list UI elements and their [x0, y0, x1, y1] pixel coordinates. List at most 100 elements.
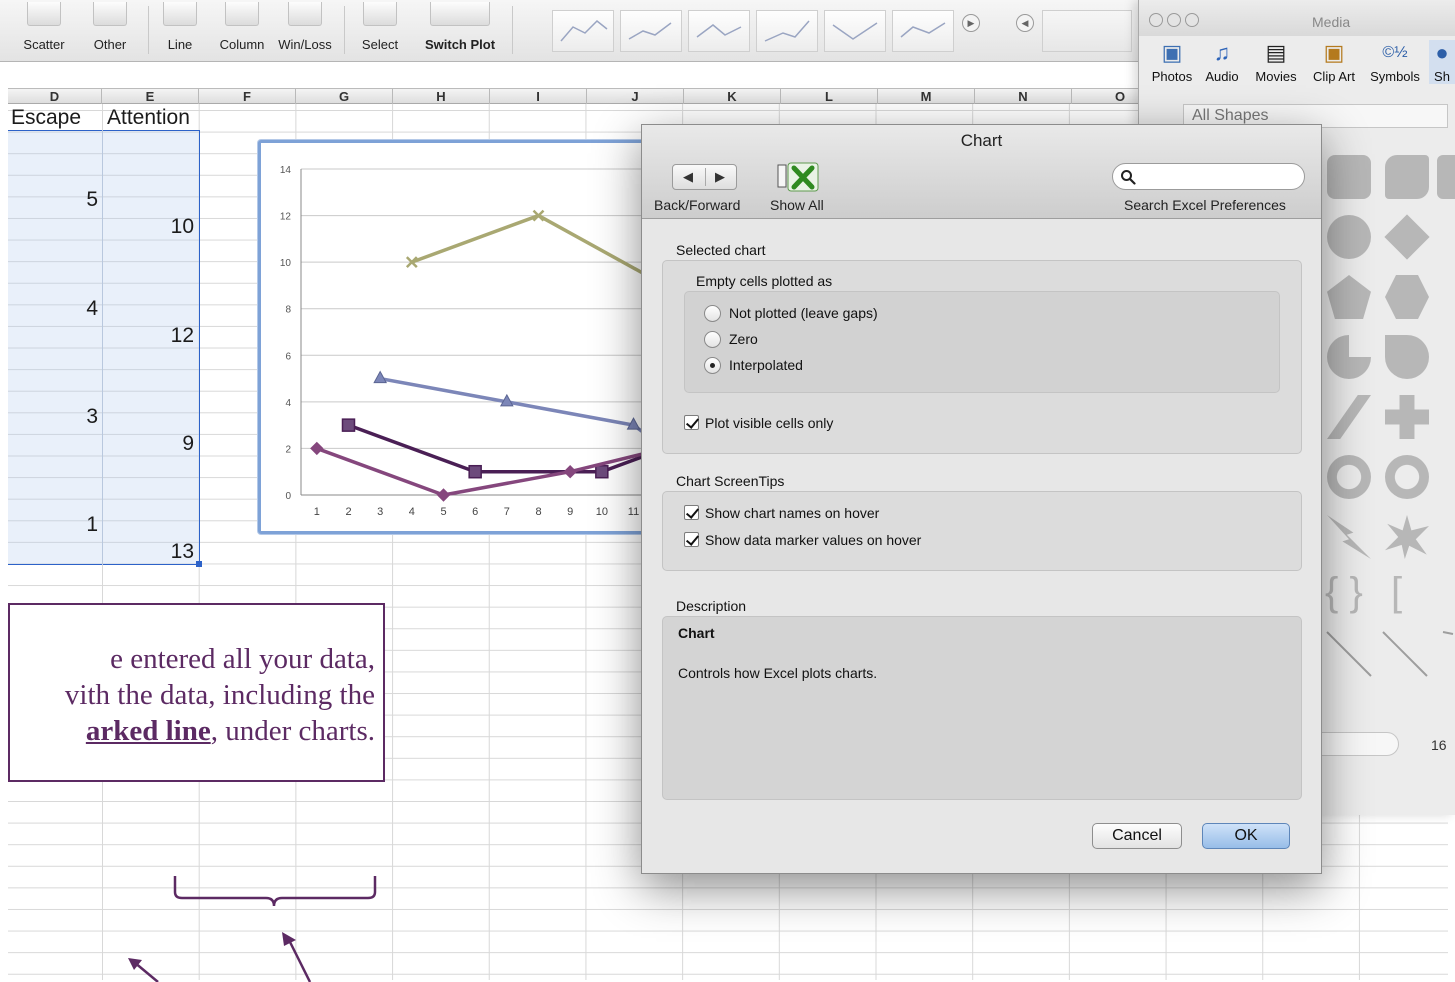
column-header-d[interactable]: D — [8, 89, 102, 104]
no-symbol-shape-icon[interactable] — [1385, 455, 1429, 499]
chart-style-thumb[interactable] — [1042, 10, 1132, 52]
ok-button[interactable]: OK — [1202, 823, 1290, 849]
shapes-tool[interactable]: ● Sh — [1429, 40, 1455, 84]
chart-layout-thumb[interactable] — [620, 10, 682, 52]
show-chart-names-checkbox[interactable]: Show chart names on hover — [684, 504, 879, 522]
chart-layout-thumb[interactable] — [892, 10, 954, 52]
gallery-prev-icon[interactable]: ◀ — [1016, 14, 1034, 32]
back-forward-control[interactable]: ◀ ▶ — [672, 164, 737, 190]
checkbox[interactable] — [684, 531, 699, 547]
radio-button[interactable] — [704, 304, 721, 322]
cell-escape-value[interactable]: 4 — [40, 297, 98, 321]
photos-tool[interactable]: ▣ Photos — [1149, 40, 1195, 84]
line-shapes-icon[interactable] — [1325, 630, 1455, 690]
radio-interpolated[interactable]: Interpolated — [704, 356, 803, 375]
column-sparkline-button[interactable]: Column — [212, 0, 272, 58]
zoom-window-icon[interactable] — [1185, 13, 1199, 27]
radio-button[interactable] — [704, 330, 721, 348]
show-marker-values-checkbox[interactable]: Show data marker values on hover — [684, 531, 921, 549]
cell-escape-value[interactable]: 1 — [40, 513, 98, 537]
cell-escape-value[interactable]: 5 — [40, 188, 98, 212]
donut-shape-icon[interactable] — [1327, 455, 1371, 499]
cell-attention-header[interactable]: Attention — [107, 106, 190, 130]
pentagon-shape-icon[interactable] — [1327, 275, 1371, 319]
plus-shape-icon[interactable] — [1385, 395, 1429, 439]
line-sparkline-button[interactable]: Line — [152, 0, 208, 58]
column-header-m[interactable]: M — [878, 89, 975, 104]
checkbox[interactable] — [684, 414, 699, 430]
cell-escape-value[interactable]: 3 — [40, 405, 98, 429]
chart-layout-icon — [628, 22, 672, 40]
radio-button[interactable] — [704, 356, 721, 374]
select-data-button[interactable]: Select — [352, 0, 408, 58]
column-header-k[interactable]: K — [684, 89, 781, 104]
empty-cells-heading: Empty cells plotted as — [696, 273, 833, 289]
column-sparkline-icon — [225, 2, 259, 26]
cell-escape-header[interactable]: Escape — [11, 106, 81, 130]
close-window-icon[interactable] — [1149, 13, 1163, 27]
show-all-label[interactable]: Show All — [770, 197, 824, 213]
cancel-button[interactable]: Cancel — [1092, 823, 1182, 849]
column-header-n[interactable]: N — [975, 89, 1072, 104]
column-header-h[interactable]: H — [393, 89, 490, 104]
winloss-sparkline-button[interactable]: Win/Loss — [272, 0, 338, 58]
symbols-tool[interactable]: ©½ Symbols — [1367, 40, 1423, 84]
x-tick-label: 1 — [314, 506, 320, 518]
back-forward-label: Back/Forward — [654, 197, 741, 213]
rounded-rectangle-shape-icon[interactable] — [1327, 155, 1371, 199]
switch-plot-button[interactable]: Switch Plot — [414, 0, 506, 58]
radio-not-plotted[interactable]: Not plotted (leave gaps) — [704, 304, 878, 323]
column-header-g[interactable]: G — [296, 89, 393, 104]
other-chart-button[interactable]: Other — [80, 0, 140, 58]
chart-layout-thumb[interactable] — [552, 10, 614, 52]
minimize-window-icon[interactable] — [1167, 13, 1181, 27]
chart-layout-icon — [832, 22, 878, 40]
parallelogram-shape-icon[interactable] — [1327, 395, 1371, 439]
lightning-shape-icon[interactable] — [1327, 515, 1371, 559]
radio-zero[interactable]: Zero — [704, 330, 758, 349]
data-point — [595, 464, 609, 479]
checkbox[interactable] — [684, 504, 699, 520]
chart-layout-thumb[interactable] — [824, 10, 886, 52]
embedded-chart[interactable]: 14121086420123456789101112 — [258, 140, 658, 534]
chart-layout-thumb[interactable] — [756, 10, 818, 52]
diamond-shape-icon[interactable] — [1384, 214, 1430, 260]
cell-attention-value[interactable]: 12 — [130, 324, 194, 348]
back-arrow-icon[interactable]: ◀ — [683, 169, 693, 185]
plot-visible-cells-checkbox[interactable]: Plot visible cells only — [684, 414, 833, 432]
braces-shape-icon[interactable]: { } — [1325, 570, 1363, 615]
hexagon-shape-icon[interactable] — [1385, 275, 1429, 319]
column-header-f[interactable]: F — [199, 89, 296, 104]
partial-shape-icon[interactable] — [1437, 155, 1455, 199]
bracket-shape-icon[interactable]: [ — [1391, 570, 1402, 615]
column-header-e[interactable]: E — [102, 89, 199, 104]
shape-size-value: 16 — [1431, 737, 1447, 753]
cell-attention-value[interactable]: 9 — [130, 432, 194, 456]
column-header-j[interactable]: J — [587, 89, 684, 104]
screentips-group — [662, 491, 1302, 571]
x-tick-label: 2 — [345, 506, 351, 518]
y-tick-label: 12 — [280, 212, 292, 223]
movies-tool[interactable]: ▤ Movies — [1251, 40, 1301, 84]
column-header-l[interactable]: L — [781, 89, 878, 104]
oval-shape-icon[interactable] — [1327, 215, 1371, 259]
explosion-shape-icon[interactable] — [1385, 515, 1429, 559]
chart-layout-thumb[interactable] — [688, 10, 750, 52]
excel-show-all-icon[interactable] — [776, 161, 824, 193]
gallery-next-icon[interactable]: ▶ — [962, 14, 980, 32]
shape-size-slider[interactable] — [1309, 732, 1399, 756]
palette-titlebar[interactable]: Media — [1139, 0, 1455, 36]
forward-arrow-icon[interactable]: ▶ — [715, 169, 725, 185]
scatter-chart-button[interactable]: Scatter — [14, 0, 74, 58]
snip-rectangle-shape-icon[interactable] — [1385, 155, 1429, 199]
cell-attention-value[interactable]: 13 — [130, 540, 194, 564]
chord-shape-icon[interactable] — [1385, 335, 1429, 379]
audio-tool[interactable]: ♫ Audio — [1201, 40, 1243, 84]
preferences-search-input[interactable] — [1112, 163, 1305, 190]
clip-art-tool[interactable]: ▣ Clip Art — [1307, 40, 1361, 84]
fill-handle[interactable] — [196, 561, 202, 567]
palette-title: Media — [1312, 14, 1351, 30]
pie-shape-icon[interactable] — [1327, 335, 1371, 379]
cell-attention-value[interactable]: 10 — [130, 215, 194, 239]
column-header-i[interactable]: I — [490, 89, 587, 104]
